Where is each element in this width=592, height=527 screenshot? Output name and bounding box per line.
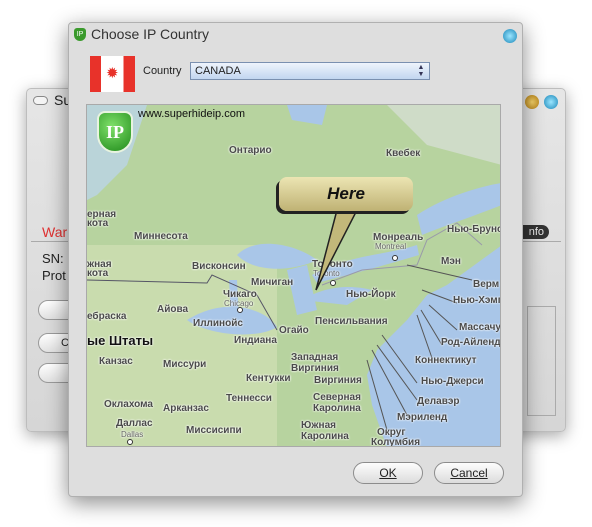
chicago-marker [237,307,243,313]
cancel-button[interactable]: Cancel [434,462,504,484]
montreal-marker [392,255,398,261]
app-shield-icon: IP [74,28,86,41]
close-icon[interactable] [544,95,558,109]
country-select-value: CANADA [195,65,241,77]
map-view[interactable]: IP www.superhideip.com Онтарио Квебек Минн… [86,104,501,447]
minimize-icon[interactable] [525,95,539,109]
ok-button[interactable]: OK [353,462,423,484]
ok-label: OK [379,466,397,480]
dialog-title: Choose IP Country [91,26,210,42]
callout-pointer [315,209,359,291]
choose-ip-country-dialog: IP Choose IP Country ✹ Country CANADA ▲ ▼… [68,22,523,497]
country-select[interactable]: CANADA ▲ ▼ [190,62,430,80]
sn-label: SN: [42,251,64,266]
here-callout: Here [279,177,413,211]
bg-panel-box [527,306,556,416]
toronto-marker [330,280,336,286]
updown-arrow-icon: ▲ ▼ [417,64,425,78]
dallas-marker [127,439,133,445]
window-menu-icon[interactable] [33,96,48,105]
cancel-label: Cancel [450,466,488,480]
canada-flag-icon: ✹ [90,56,135,92]
prot-label: Prot [42,268,66,283]
close-icon[interactable] [503,29,517,43]
country-label: Country [143,65,182,77]
warning-text: War [42,224,68,240]
